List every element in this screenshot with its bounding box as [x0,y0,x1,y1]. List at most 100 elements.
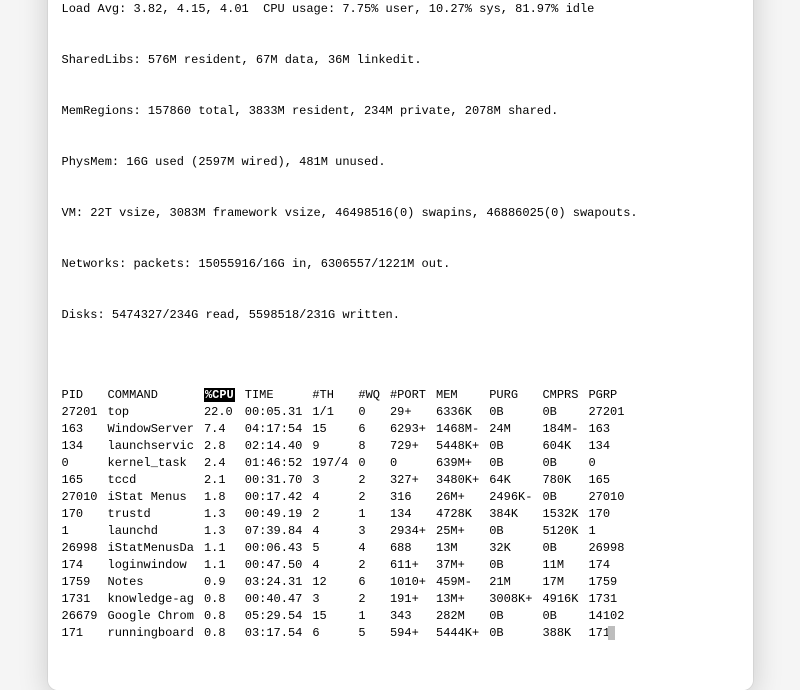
col-th: #TH [312,387,358,404]
cell: 134 [62,438,108,455]
col-command: COMMAND [108,387,204,404]
cell: 165 [588,472,634,489]
cell: 15 [312,608,358,625]
col-pgrp: PGRP [588,387,634,404]
col-time: TIME [245,387,313,404]
cell: 26M+ [436,489,489,506]
cell: 17M [542,574,588,591]
cell: 0B [542,540,588,557]
cell: 1759 [62,574,108,591]
cell: iStat Menus [108,489,204,506]
table-row: 27201top22.000:05.311/1029+6336K0B0B2720… [62,404,635,421]
cell: 7.4 [204,421,245,438]
cell: Google Chrom [108,608,204,625]
cell: loginwindow [108,557,204,574]
cell: 1.1 [204,540,245,557]
cell: 4916K [542,591,588,608]
cell: 21M [489,574,542,591]
cell: 2 [358,557,390,574]
cell: knowledge-ag [108,591,204,608]
cell: 343 [390,608,436,625]
cell: 27201 [62,404,108,421]
cell: 4 [312,489,358,506]
cell: 8 [358,438,390,455]
cell: 163 [62,421,108,438]
cell: 0B [489,625,542,642]
cell: 5448K+ [436,438,489,455]
cell: 0B [489,608,542,625]
cell: 13M+ [436,591,489,608]
cell: 2 [358,591,390,608]
process-table: PIDCOMMAND%CPUTIME#TH#WQ#PORTMEMPURGCMPR… [62,387,635,642]
cell: 0 [588,455,634,472]
cell: 2 [312,506,358,523]
cell: 04:17:54 [245,421,313,438]
cell: 27010 [588,489,634,506]
terminal-window: tetianaleheida — top — 80×24 Processes: … [48,0,753,690]
cell: 134 [588,438,634,455]
cell: 2.1 [204,472,245,489]
cell: 1759 [588,574,634,591]
cell: 4728K [436,506,489,523]
cell: 11M [542,557,588,574]
table-row: 1731knowledge-ag0.800:40.4732191+13M+300… [62,591,635,608]
cell: 163 [588,421,634,438]
cell: 07:39.84 [245,523,313,540]
cell: 5120K [542,523,588,540]
cell: 0B [489,438,542,455]
cell: trustd [108,506,204,523]
col-cmprs: CMPRS [542,387,588,404]
cell: 2 [358,472,390,489]
cell: 0B [489,557,542,574]
cell: 03:24.31 [245,574,313,591]
cell: top [108,404,204,421]
cell: 5 [312,540,358,557]
cell: 282M [436,608,489,625]
cell: 639M+ [436,455,489,472]
cell: 22.0 [204,404,245,421]
summary-physmem: PhysMem: 16G used (2597M wired), 481M un… [62,154,739,171]
cell: 0B [489,523,542,540]
cell: 00:47.50 [245,557,313,574]
table-header-row: PIDCOMMAND%CPUTIME#TH#WQ#PORTMEMPURGCMPR… [62,387,635,404]
cell: launchservic [108,438,204,455]
cell: 32K [489,540,542,557]
cell: 6 [358,421,390,438]
cell: 5444K+ [436,625,489,642]
cell: 26679 [62,608,108,625]
cell: 27201 [588,404,634,421]
cell: 26998 [588,540,634,557]
cell: launchd [108,523,204,540]
cell: iStatMenusDa [108,540,204,557]
cell: 01:46:52 [245,455,313,472]
summary-sharedlibs: SharedLibs: 576M resident, 67M data, 36M… [62,52,739,69]
cell: 0.8 [204,591,245,608]
cell: 1.3 [204,506,245,523]
cell: 165 [62,472,108,489]
cell: 184M- [542,421,588,438]
table-row: 163WindowServer7.404:17:541566293+1468M-… [62,421,635,438]
cell: 2.8 [204,438,245,455]
cell: 197/4 [312,455,358,472]
cell: 26998 [62,540,108,557]
col-mem: MEM [436,387,489,404]
cell: 4 [312,557,358,574]
cell: 2 [358,489,390,506]
cell: 03:17.54 [245,625,313,642]
table-row: 134launchservic2.802:14.4098729+5448K+0B… [62,438,635,455]
cell: runningboard [108,625,204,642]
cell: 1532K [542,506,588,523]
cell: 459M- [436,574,489,591]
table-row: 26679Google Chrom0.805:29.54151343282M0B… [62,608,635,625]
cell: 604K [542,438,588,455]
terminal-body[interactable]: Processes: 621 total, 2 running, 619 sle… [48,0,753,690]
cell: 15 [312,421,358,438]
cell: 00:06.43 [245,540,313,557]
cell: 170 [62,506,108,523]
table-row: 26998iStatMenusDa1.100:06.435468813M32K0… [62,540,635,557]
cell: 13M [436,540,489,557]
cursor-icon [608,626,615,640]
cell: 2496K- [489,489,542,506]
cell: 64K [489,472,542,489]
cell: 1/1 [312,404,358,421]
